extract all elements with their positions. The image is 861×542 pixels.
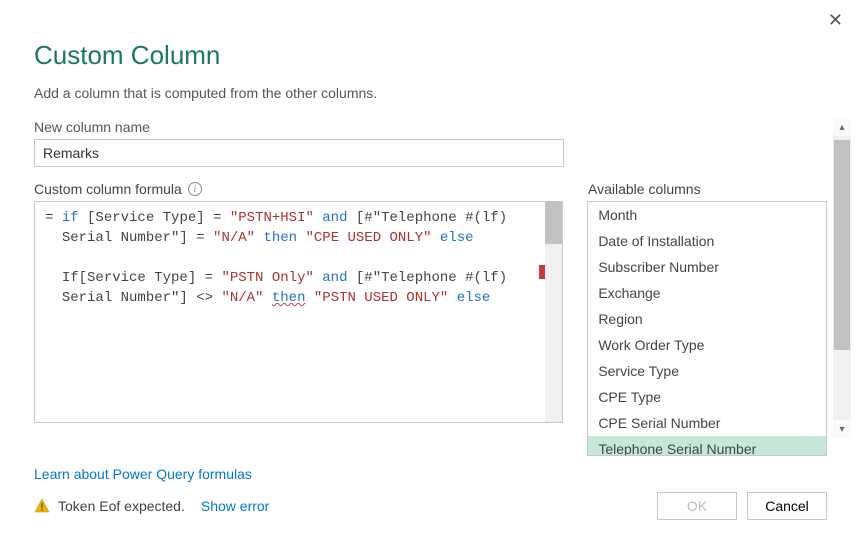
list-item[interactable]: Exchange xyxy=(588,280,826,306)
list-item[interactable]: Telephone Serial Number xyxy=(588,436,826,456)
list-item[interactable]: Date of Installation xyxy=(588,228,826,254)
new-column-name-input[interactable] xyxy=(34,139,564,167)
warning-icon xyxy=(34,498,50,514)
new-column-name-label: New column name xyxy=(34,119,827,135)
error-marker xyxy=(539,265,545,279)
available-columns-label: Available columns xyxy=(588,181,701,197)
formula-scroll-thumb[interactable] xyxy=(545,202,562,244)
formula-label: Custom column formula xyxy=(34,181,182,197)
close-icon[interactable]: ✕ xyxy=(828,10,843,31)
show-error-link[interactable]: Show error xyxy=(201,498,269,514)
formula-editor[interactable]: = if [Service Type] = "PSTN+HSI" and [#"… xyxy=(34,201,563,423)
list-item[interactable]: Service Type xyxy=(588,358,826,384)
list-item[interactable]: Region xyxy=(588,306,826,332)
list-item[interactable]: CPE Type xyxy=(588,384,826,410)
learn-link[interactable]: Learn about Power Query formulas xyxy=(34,466,252,482)
scroll-up-icon[interactable]: ▴ xyxy=(833,118,851,136)
formula-scrollbar[interactable] xyxy=(545,202,562,422)
error-message: Token Eof expected. xyxy=(58,498,185,514)
list-item[interactable]: CPE Serial Number xyxy=(588,410,826,436)
scroll-down-icon[interactable]: ▾ xyxy=(833,420,851,438)
ok-button[interactable]: OK xyxy=(657,492,737,520)
available-columns-list[interactable]: MonthDate of InstallationSubscriber Numb… xyxy=(587,201,827,456)
dialog-title: Custom Column xyxy=(34,40,827,71)
formula-text[interactable]: = if [Service Type] = "PSTN+HSI" and [#"… xyxy=(35,202,562,314)
scroll-thumb[interactable] xyxy=(834,140,850,350)
list-item[interactable]: Month xyxy=(588,202,826,228)
dialog-description: Add a column that is computed from the o… xyxy=(34,85,827,101)
info-icon[interactable]: i xyxy=(188,182,202,196)
cancel-button[interactable]: Cancel xyxy=(747,492,827,520)
list-item[interactable]: Subscriber Number xyxy=(588,254,826,280)
dialog-scrollbar[interactable]: ▴ ▾ xyxy=(833,118,851,438)
list-item[interactable]: Work Order Type xyxy=(588,332,826,358)
